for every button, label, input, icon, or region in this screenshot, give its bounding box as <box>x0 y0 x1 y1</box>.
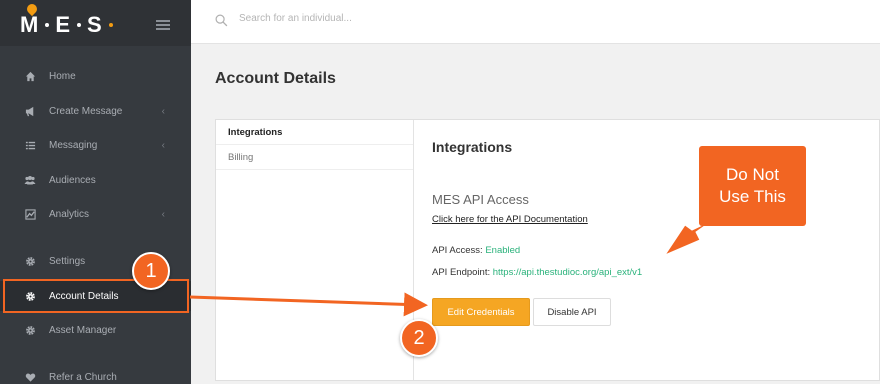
settings-tabs: Integrations Billing <box>216 120 414 380</box>
sidebar-item-label: Messaging <box>49 139 98 151</box>
search-icon <box>215 14 228 27</box>
edit-credentials-button[interactable]: Edit Credentials <box>432 298 530 326</box>
sidebar-item-home[interactable]: Home <box>0 61 191 91</box>
sidebar-item-audiences[interactable]: Audiences <box>0 165 191 195</box>
api-access-label: API Access: <box>432 245 483 256</box>
gear-icon <box>24 255 36 267</box>
sidebar-item-asset-manager[interactable]: Asset Manager <box>0 315 191 345</box>
sidebar: M E S Home Create Message ‹ Messaging ‹ … <box>0 0 191 384</box>
sidebar-item-label: Settings <box>49 255 86 267</box>
sidebar-item-refer-a-church[interactable]: Refer a Church <box>0 362 191 384</box>
logo-bar: M E S <box>0 0 191 46</box>
chart-icon <box>24 208 36 220</box>
api-endpoint-row: API Endpoint: https://api.thestudioc.org… <box>432 267 642 278</box>
search-input[interactable] <box>239 13 539 24</box>
sidebar-item-label: Home <box>49 70 76 82</box>
callout-text: Do Not Use This <box>719 165 786 206</box>
megaphone-icon <box>24 105 36 117</box>
api-endpoint-url[interactable]: https://api.thestudioc.org/api_ext/v1 <box>493 267 642 278</box>
heart-icon <box>24 371 36 383</box>
sidebar-item-analytics[interactable]: Analytics ‹ <box>0 199 191 229</box>
top-bar <box>191 0 880 44</box>
logo-dot <box>108 23 113 27</box>
sidebar-item-messaging[interactable]: Messaging ‹ <box>0 130 191 160</box>
logo-letter-m: M <box>20 1 40 38</box>
annotation-badge-2: 2 <box>400 319 438 357</box>
tab-integrations[interactable]: Integrations <box>216 120 413 145</box>
hamburger-menu-icon[interactable] <box>156 20 170 30</box>
api-endpoint-label: API Endpoint: <box>432 267 491 278</box>
chevron-left-icon: ‹ <box>161 208 165 220</box>
api-access-row: API Access: Enabled <box>432 245 520 256</box>
location-pin-icon <box>24 1 40 17</box>
logo-letter-e: E <box>55 12 72 37</box>
users-icon <box>24 174 36 186</box>
logo-letter-s: S <box>87 12 103 37</box>
annotation-callout: Do Not Use This <box>699 146 806 226</box>
home-icon <box>24 70 36 82</box>
api-section-title: MES API Access <box>432 192 529 207</box>
logo[interactable]: M E S <box>20 1 113 38</box>
api-access-status: Enabled <box>485 245 521 256</box>
sidebar-item-label: Asset Manager <box>49 324 117 336</box>
tab-billing[interactable]: Billing <box>216 145 413 170</box>
disable-api-button[interactable]: Disable API <box>533 298 611 326</box>
sidebar-item-label: Create Message <box>49 105 123 117</box>
sidebar-item-label: Refer a Church <box>49 371 117 383</box>
page-title: Account Details <box>215 70 336 87</box>
chevron-left-icon: ‹ <box>161 105 165 117</box>
gear-icon <box>24 324 36 336</box>
sidebar-item-label: Audiences <box>49 174 96 186</box>
logo-dot <box>77 23 82 27</box>
chevron-left-icon: ‹ <box>161 139 165 151</box>
sidebar-item-create-message[interactable]: Create Message ‹ <box>0 96 191 126</box>
list-icon <box>24 139 36 151</box>
sidebar-item-label: Analytics <box>49 208 90 220</box>
logo-dot <box>45 23 50 27</box>
section-title: Integrations <box>432 139 513 155</box>
annotation-badge-1: 1 <box>132 252 170 290</box>
api-documentation-link[interactable]: Click here for the API Documentation <box>432 214 588 225</box>
